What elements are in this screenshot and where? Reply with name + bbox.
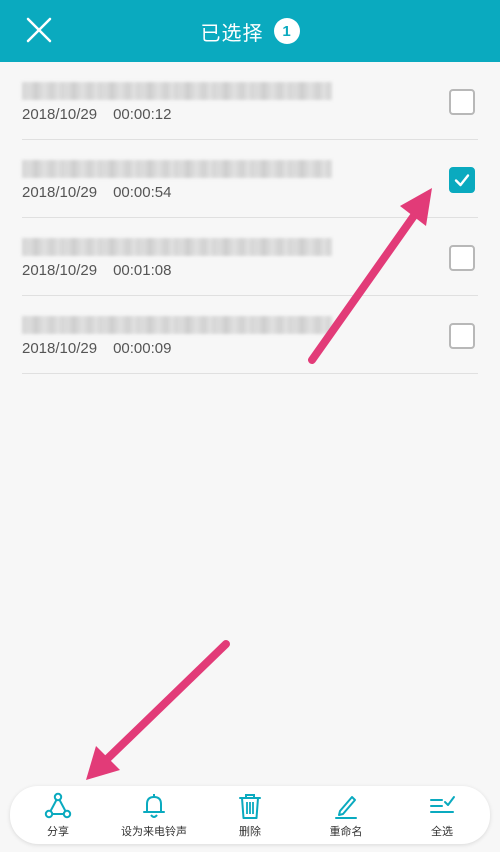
selected-count-badge: 1 (273, 18, 300, 44)
checkmark-icon (454, 174, 470, 187)
share-button[interactable]: 分享 (13, 792, 103, 839)
recording-meta: 2018/10/29 00:00:09 (22, 340, 171, 357)
recording-meta: 2018/10/29 00:01:08 (22, 262, 171, 279)
bell-icon (143, 793, 165, 818)
page-title: 已选择 (200, 20, 264, 45)
select-checkbox[interactable] (449, 323, 475, 349)
share-label: 分享 (47, 824, 69, 838)
recording-name-blurred (22, 238, 332, 256)
recording-name-blurred (22, 160, 332, 178)
select-all-button[interactable]: 全选 (397, 792, 487, 839)
recording-duration: 00:00:54 (113, 184, 172, 201)
bottom-toolbar: 分享 设为来电铃声 删除 重命名 全选 (10, 786, 490, 844)
rename-button[interactable]: 重命名 (301, 792, 391, 839)
rename-label: 重命名 (329, 824, 363, 838)
title-group: 已选择 1 (0, 0, 500, 62)
recording-date: 2018/10/29 (22, 184, 98, 201)
list-item[interactable]: 2018/10/29 00:00:12 (22, 62, 478, 140)
list-item[interactable]: 2018/10/29 00:01:08 (22, 218, 478, 296)
list-item[interactable]: 2018/10/29 00:00:09 (22, 296, 478, 374)
recording-date: 2018/10/29 (22, 340, 98, 357)
set-ringtone-label: 设为来电铃声 (121, 824, 187, 838)
arrow-to-share (86, 640, 230, 780)
delete-button[interactable]: 删除 (205, 792, 295, 839)
pencil-icon (335, 795, 357, 819)
recording-duration: 00:00:12 (113, 106, 172, 123)
recording-duration: 00:01:08 (113, 262, 172, 279)
share-icon (44, 792, 72, 818)
select-checkbox[interactable] (449, 89, 475, 115)
delete-label: 删除 (239, 824, 261, 838)
recording-name-blurred (22, 82, 332, 100)
recording-list: 2018/10/29 00:00:12 2018/10/29 00:00:54 20… (22, 62, 478, 374)
select-checkbox[interactable] (449, 167, 475, 193)
recording-duration: 00:00:09 (113, 340, 172, 357)
recording-name-blurred (22, 316, 332, 334)
trash-icon (239, 793, 261, 819)
recording-date: 2018/10/29 (22, 106, 98, 123)
recording-meta: 2018/10/29 00:00:12 (22, 106, 171, 123)
list-item[interactable]: 2018/10/29 00:00:54 (22, 140, 478, 218)
checklist-icon (430, 795, 455, 813)
set-ringtone-button[interactable]: 设为来电铃声 (109, 792, 199, 839)
recording-date: 2018/10/29 (22, 262, 98, 279)
recording-meta: 2018/10/29 00:00:54 (22, 184, 171, 201)
select-all-label: 全选 (431, 824, 453, 838)
top-bar: 已选择 1 (0, 0, 500, 62)
select-checkbox[interactable] (449, 245, 475, 271)
